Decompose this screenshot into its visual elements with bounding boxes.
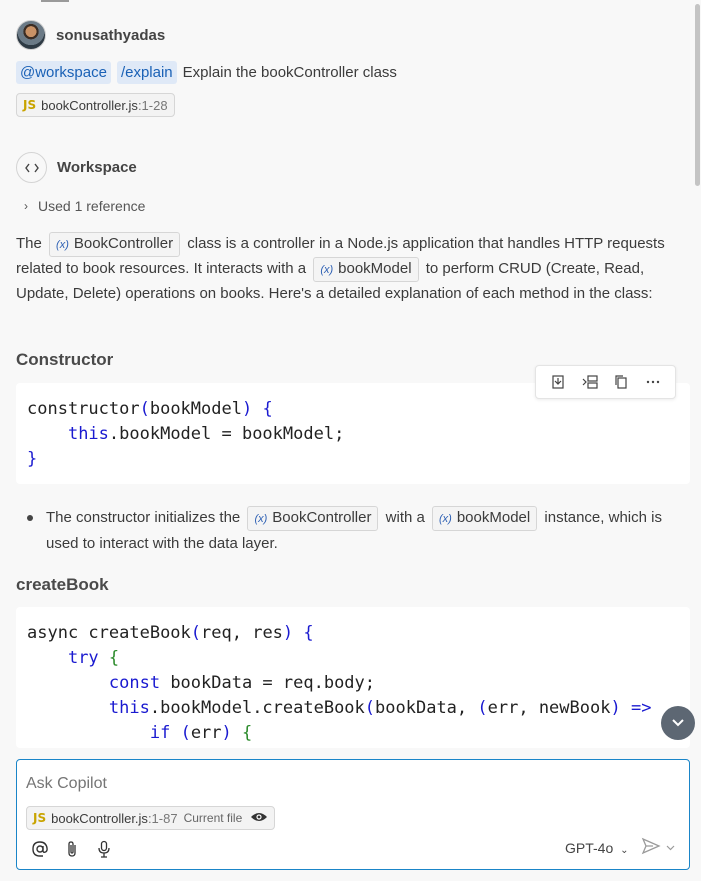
bullet-text: The constructor initializes the (x) BookC… xyxy=(46,505,667,556)
code-line: this.bookModel.createBook(bookData, (err… xyxy=(108,698,652,718)
code-line: if (err) { xyxy=(149,723,253,743)
code-line: } xyxy=(27,449,38,469)
bullet-text-1: The constructor initializes the xyxy=(46,509,241,526)
chevron-right-icon: › xyxy=(24,199,28,213)
send-options-chevron-icon[interactable] xyxy=(666,842,675,854)
code-line: const bookData = req.body; xyxy=(108,673,376,693)
user-message-header: sonusathyadas xyxy=(16,20,165,50)
top-divider xyxy=(41,0,69,2)
js-file-icon: JS xyxy=(33,811,47,825)
code-line: this.bookModel = bookModel; xyxy=(67,424,345,444)
section-heading-createbook: createBook xyxy=(16,575,109,594)
bullet-dot xyxy=(27,515,33,521)
js-file-icon: JS xyxy=(23,98,37,112)
avatar xyxy=(16,20,46,50)
variable-icon: (x) xyxy=(56,239,69,251)
code-brackets-icon xyxy=(16,152,47,183)
chevron-down-icon xyxy=(672,719,684,727)
username: sonusathyadas xyxy=(56,26,166,44)
apply-in-editor-icon[interactable] xyxy=(547,371,569,393)
symbol-link-bookcontroller[interactable]: (x) BookController xyxy=(49,232,181,257)
context-file-label: Current file xyxy=(183,811,243,825)
code-line: async createBook(req, res) { xyxy=(27,623,314,643)
variable-icon: (x) xyxy=(439,513,452,525)
symbol-link-bookmodel[interactable]: (x) bookModel xyxy=(432,506,538,531)
microphone-icon[interactable] xyxy=(93,838,115,860)
code-line: try { xyxy=(67,648,120,668)
symbol-label: bookModel xyxy=(456,509,531,526)
bullet-text-2: with a xyxy=(385,509,425,526)
response-source: Workspace xyxy=(57,159,137,176)
context-file-chip[interactable]: JS bookController.js :1-87 Current file xyxy=(26,806,276,830)
intro-text-1: The xyxy=(16,235,42,252)
symbol-label: BookController xyxy=(73,235,174,252)
variable-icon: (x) xyxy=(320,264,334,276)
chat-input-box[interactable]: Ask Copilot JS bookController.js :1-87 C… xyxy=(16,759,690,870)
attached-file-chip[interactable]: JS bookController.js :1-28 xyxy=(16,93,175,117)
references-toggle[interactable]: › Used 1 reference xyxy=(24,198,145,214)
code-line: constructor(bookModel) { xyxy=(27,399,273,419)
paperclip-icon[interactable] xyxy=(61,838,83,860)
more-actions-icon[interactable] xyxy=(642,371,664,393)
chat-input-placeholder[interactable]: Ask Copilot xyxy=(26,775,107,793)
section-heading-constructor: Constructor xyxy=(16,350,114,369)
response-header: Workspace xyxy=(16,152,137,183)
list-item: The constructor initializes the (x) BookC… xyxy=(27,505,667,556)
symbol-label: bookModel xyxy=(338,260,412,277)
scroll-to-bottom-button[interactable] xyxy=(661,706,695,740)
scrollbar-thumb[interactable] xyxy=(695,4,700,186)
symbol-link-bookcontroller[interactable]: (x) BookController xyxy=(247,506,379,531)
agent-chip[interactable]: @workspace xyxy=(16,61,111,84)
attached-file-range: :1-28 xyxy=(137,97,168,113)
symbol-label: BookController xyxy=(272,509,372,526)
chevron-down-icon: ⌄ xyxy=(620,845,629,856)
context-file-name: bookController.js xyxy=(51,810,148,826)
command-chip[interactable]: /explain xyxy=(116,61,177,84)
symbol-link-bookmodel[interactable]: (x) bookModel xyxy=(313,257,419,282)
copy-icon[interactable] xyxy=(610,371,632,393)
prompt-text: Explain the bookController class xyxy=(182,64,397,81)
model-label: GPT-4o xyxy=(565,840,614,856)
context-file-range: :1-87 xyxy=(147,810,178,826)
variable-icon: (x) xyxy=(254,513,268,525)
eye-icon[interactable] xyxy=(250,810,268,826)
send-icon[interactable] xyxy=(641,837,661,860)
model-picker[interactable]: GPT-4o ⌄ xyxy=(565,840,629,856)
input-toolbar xyxy=(29,838,125,860)
insert-at-cursor-icon[interactable] xyxy=(579,371,601,393)
attached-file-name: bookController.js xyxy=(41,97,138,113)
code-block-toolbar xyxy=(535,365,676,399)
references-label: Used 1 reference xyxy=(38,198,146,214)
code-block-createbook[interactable]: async createBook(req, res) { try { const… xyxy=(16,607,690,748)
response-intro: The (x) BookController class is a control… xyxy=(16,232,676,307)
user-prompt: @workspace /explain Explain the bookCont… xyxy=(16,61,397,84)
mention-icon[interactable] xyxy=(29,838,51,860)
